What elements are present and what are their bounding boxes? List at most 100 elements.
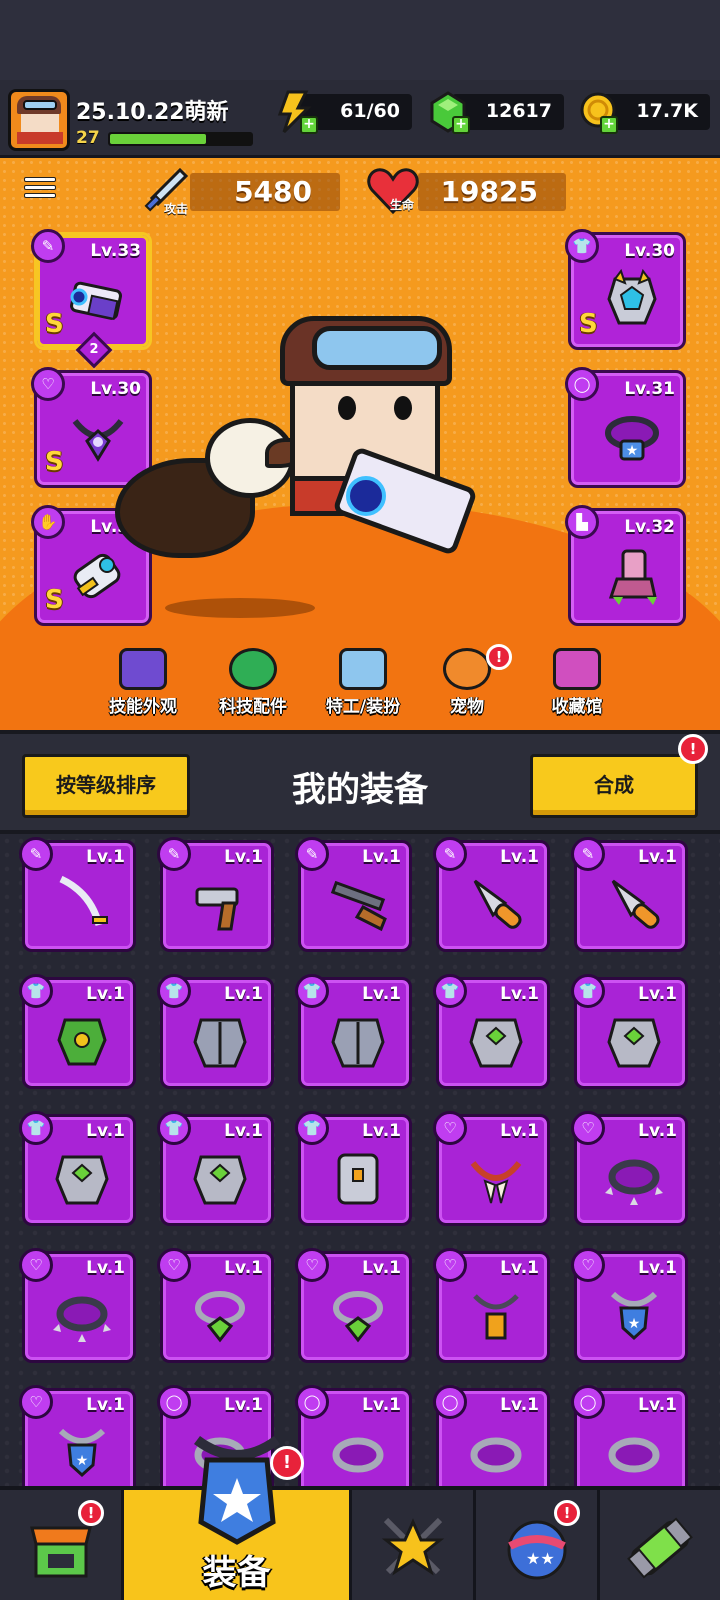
tech-part-button[interactable]: 科技配件 — [198, 648, 308, 718]
nav-label-equipment: 装备 — [202, 1553, 271, 1593]
armor-category-icon: 👕 — [295, 974, 329, 1008]
inventory-item[interactable]: 👕 Lv.1 — [571, 974, 688, 1089]
inventory-item[interactable]: ♡ Lv.1 — [295, 1248, 412, 1363]
item-level: Lv.1 — [500, 1395, 539, 1415]
spear-icon — [473, 879, 522, 929]
inventory-item[interactable]: 👕 Lv.1 — [157, 1111, 274, 1226]
merge-button[interactable]: 合成 — [530, 754, 698, 818]
inventory-item[interactable]: ♡ Lv.1 — [19, 1248, 136, 1363]
nav-tab-shop[interactable]: ! — [0, 1490, 124, 1600]
armor-category-icon: 👕 — [19, 974, 53, 1008]
inventory-item[interactable]: ♡ Lv.1 — [571, 1111, 688, 1226]
inventory-item[interactable]: 👕 Lv.1 — [19, 1111, 136, 1226]
coin-value: 17.7K — [636, 100, 698, 122]
equipped-boot-slot[interactable]: ▙ Lv.32 — [565, 505, 686, 626]
nav-tab-gene[interactable] — [600, 1490, 720, 1600]
player-name: 25.10.22萌新 — [76, 100, 229, 125]
item-level: Lv.1 — [638, 847, 677, 867]
inventory-item[interactable]: 👕 Lv.1 — [433, 974, 550, 1089]
item-level: Lv.1 — [500, 847, 539, 867]
item-level: Lv.1 — [224, 1395, 263, 1415]
hero-stage: 5480 攻击 19825 生命 ✎ Lv.33 S 2 ♡ Lv.30 S ✋… — [0, 158, 720, 730]
collection-button[interactable]: 收藏馆 — [522, 648, 632, 718]
coin-plus-button[interactable]: + — [600, 116, 618, 134]
inventory-item[interactable]: ◯ Lv.1 — [295, 1385, 412, 1486]
item-level: Lv.1 — [362, 847, 401, 867]
inventory-item[interactable]: ♡ Lv.1 — [433, 1248, 550, 1363]
hp-label: 生命 — [390, 198, 415, 212]
energy-value: 61/60 — [340, 100, 400, 122]
inventory-item[interactable]: ✎ Lv.1 — [157, 837, 274, 952]
nav-tab-equipment[interactable]: 装备 ! — [124, 1435, 352, 1600]
weapon-category-icon: ✎ — [31, 229, 65, 263]
hp-value: 19825 — [440, 175, 538, 208]
inventory-item[interactable]: ◯ Lv.1 — [433, 1385, 550, 1486]
ring-icon — [332, 1437, 384, 1473]
equipped-weapon-slot[interactable]: ✎ Lv.33 S 2 — [31, 229, 152, 369]
player-avatar[interactable] — [8, 89, 70, 151]
shield-necklace-icon: ★ — [610, 1291, 658, 1341]
menu-list-icon[interactable] — [24, 174, 56, 204]
energy-counter[interactable]: + 61/60 — [277, 90, 412, 134]
lantern-necklace-icon — [473, 1294, 519, 1340]
xp-bar — [108, 132, 253, 146]
inventory-item[interactable]: ♡ Lv.1 — [433, 1111, 550, 1226]
armor-category-icon: 👕 — [295, 1111, 329, 1145]
inventory-item[interactable]: ♡ Lv.1 — [157, 1248, 274, 1363]
tech-armor-icon — [337, 1153, 379, 1205]
gem-plus-button[interactable]: + — [452, 116, 470, 134]
item-level: Lv.1 — [224, 1121, 263, 1141]
star-ring-icon: ★ — [605, 416, 659, 461]
hp-stat: 19825 — [418, 173, 566, 211]
ring-category-icon: ◯ — [157, 1385, 191, 1419]
svg-text:★: ★ — [628, 1316, 641, 1332]
nav-tab-talent[interactable] — [352, 1490, 476, 1600]
nav-tab-lottery[interactable]: ★★ ! — [476, 1490, 600, 1600]
agent-skin-button[interactable]: 特工/装扮 — [308, 648, 418, 718]
equipped-armor-slot[interactable]: 👕 Lv.30 S — [565, 229, 686, 350]
collection-label: 收藏馆 — [551, 697, 603, 717]
armor-category-icon: 👕 — [571, 974, 605, 1008]
inventory-item[interactable]: ✎ Lv.1 — [295, 837, 412, 952]
item-level: Lv.1 — [500, 1258, 539, 1278]
svg-text:★: ★ — [76, 1453, 89, 1469]
inventory-item[interactable]: ✎ Lv.1 — [433, 837, 550, 952]
inventory-item[interactable]: 👕 Lv.1 — [295, 1111, 412, 1226]
gem-armor-icon — [607, 1018, 661, 1068]
energy-plus-button[interactable]: + — [300, 116, 318, 134]
status-area — [0, 0, 720, 80]
inventory-grid: ✎ Lv.1 ✎ Lv.1 ✎ Lv.1 ✎ Lv.1 ✎ Lv.1 👕 Lv.1 👕 Lv.1 👕 Lv.1… — [0, 834, 720, 1486]
equipment-screen: 25.10.22萌新 27 + 61/60 + 12617 + 17.7K 54… — [0, 0, 720, 1600]
item-level: Lv.1 — [638, 984, 677, 1004]
armor-category-icon: 👕 — [433, 974, 467, 1008]
gem-counter[interactable]: + 12617 — [430, 91, 564, 134]
item-level: Lv.1 — [224, 984, 263, 1004]
spiked-collar-icon — [53, 1296, 111, 1342]
ring-icon — [608, 1437, 660, 1473]
inventory-item[interactable]: ♡ Lv.1 ★ — [19, 1385, 136, 1486]
agent-skin-label: 特工/装扮 — [325, 697, 401, 717]
pet-label: 宠物 — [450, 697, 484, 717]
item-level: Lv.1 — [86, 1121, 125, 1141]
inventory-item[interactable]: ✎ Lv.1 — [571, 837, 688, 952]
inventory-item[interactable]: ◯ Lv.1 — [571, 1385, 688, 1486]
pet-button[interactable]: 宠物 ! — [412, 644, 522, 718]
hero-shadow — [165, 598, 315, 618]
coin-counter[interactable]: + 17.7K — [580, 92, 710, 134]
skill-skin-button[interactable]: 技能外观 — [88, 648, 198, 718]
slot-level: Lv.31 — [624, 379, 675, 399]
slot-level: Lv.32 — [624, 517, 675, 537]
inventory-item[interactable]: 👕 Lv.1 — [157, 974, 274, 1089]
inventory-item[interactable]: 👕 Lv.1 — [295, 974, 412, 1089]
spiked-collar-icon — [605, 1159, 663, 1205]
inventory-item[interactable]: ♡ Lv.1 ★ — [571, 1248, 688, 1363]
inventory-item[interactable]: ✎ Lv.1 — [19, 837, 136, 952]
fang-necklace-icon — [470, 1161, 522, 1204]
bottom-nav: ! 装备 ! ★★ ! — [0, 1435, 720, 1600]
equipped-ring-slot[interactable]: ◯ Lv.31 ★ — [565, 367, 686, 488]
inventory-item[interactable]: 👕 Lv.1 — [19, 974, 136, 1089]
collection-icon — [553, 648, 601, 690]
leaf-armor-icon — [57, 1018, 107, 1066]
slot-level: Lv.33 — [90, 241, 141, 261]
armor-category-icon: 👕 — [565, 229, 599, 263]
